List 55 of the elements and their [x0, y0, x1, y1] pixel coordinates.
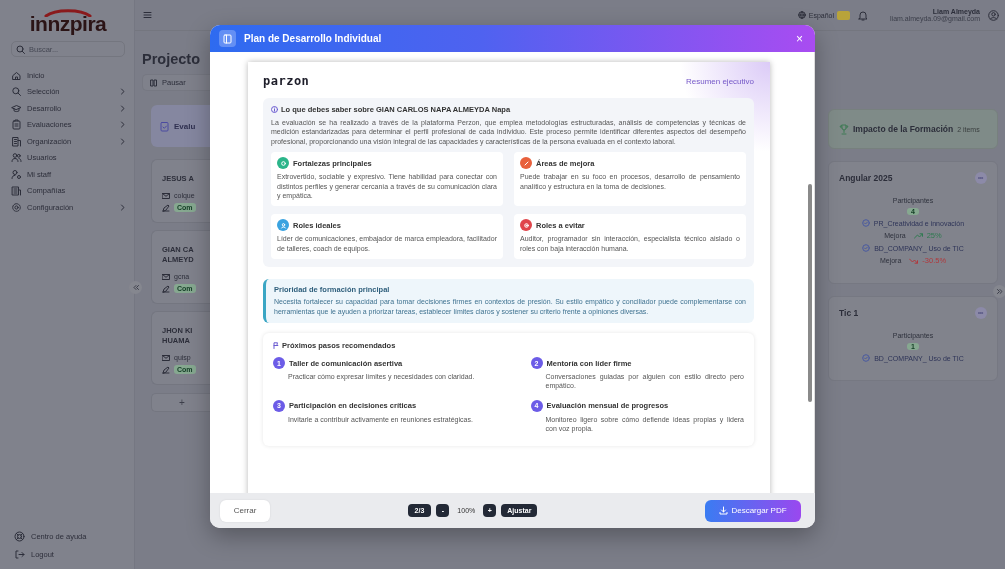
- double-chevron-right-icon: [996, 289, 1003, 294]
- modal-title: Plan de Desarrollo Individual: [244, 33, 383, 44]
- download-icon: [719, 506, 729, 515]
- search-icon: [16, 45, 25, 54]
- search-icon: [11, 86, 22, 98]
- trend-down-icon: [909, 257, 919, 264]
- more-button[interactable]: [975, 307, 987, 319]
- mail-icon: [162, 192, 170, 199]
- double-chevron-left-icon: [132, 285, 139, 290]
- trophy-icon: [839, 123, 849, 135]
- expand-button[interactable]: [993, 285, 1005, 298]
- user-icon: [11, 168, 22, 180]
- trend-up-icon: [913, 232, 923, 239]
- training-name: Angular 2025: [839, 173, 893, 183]
- pencil-icon: [162, 203, 170, 212]
- pause-icon: [150, 78, 157, 87]
- building-icon: [11, 185, 22, 197]
- close-button[interactable]: Cerrar: [220, 499, 270, 522]
- training-name: Tic 1: [839, 308, 859, 318]
- close-button[interactable]: ×: [794, 31, 805, 46]
- panel-glyph-icon: [223, 33, 232, 44]
- scrollbar[interactable]: [808, 184, 812, 402]
- more-button[interactable]: [975, 172, 987, 184]
- check-circle-icon: [862, 354, 871, 362]
- bell-icon[interactable]: [858, 9, 868, 21]
- logo-arc-icon: [43, 8, 93, 17]
- user-avatar-icon[interactable]: [988, 9, 999, 21]
- settings-icon: [11, 201, 22, 213]
- logo: innzpira: [29, 13, 107, 35]
- flag-icon: [837, 10, 850, 20]
- check-circle-icon: [861, 219, 870, 227]
- home-icon: [11, 69, 22, 81]
- add-button[interactable]: +: [151, 393, 212, 412]
- page-title: Projecto: [142, 51, 201, 67]
- download-button[interactable]: Descargar PDF: [705, 499, 801, 522]
- clipboard-check-icon: [160, 120, 169, 132]
- clipboard-icon: [11, 119, 22, 131]
- building-icon: [11, 135, 22, 147]
- logout-icon: [14, 548, 25, 560]
- impact-title: Impacto de la Formación: [853, 124, 954, 134]
- check-circle-icon: [862, 244, 871, 252]
- menu-icon[interactable]: [143, 11, 152, 19]
- pencil-icon: [162, 365, 170, 374]
- globe-icon: [797, 11, 806, 19]
- info-icon: [271, 106, 278, 113]
- mail-icon: [162, 273, 170, 280]
- mail-icon: [162, 354, 170, 361]
- pencil-icon: [162, 284, 170, 293]
- section-tab[interactable]: Evalu: [151, 105, 212, 147]
- help-icon: [14, 530, 25, 542]
- section-label: Resumen ejecutivo: [685, 76, 754, 86]
- users-icon: [11, 152, 22, 164]
- graduation-cap-icon: [11, 102, 22, 114]
- brand-logo: parzon: [263, 74, 310, 88]
- flag-icon: [273, 342, 279, 350]
